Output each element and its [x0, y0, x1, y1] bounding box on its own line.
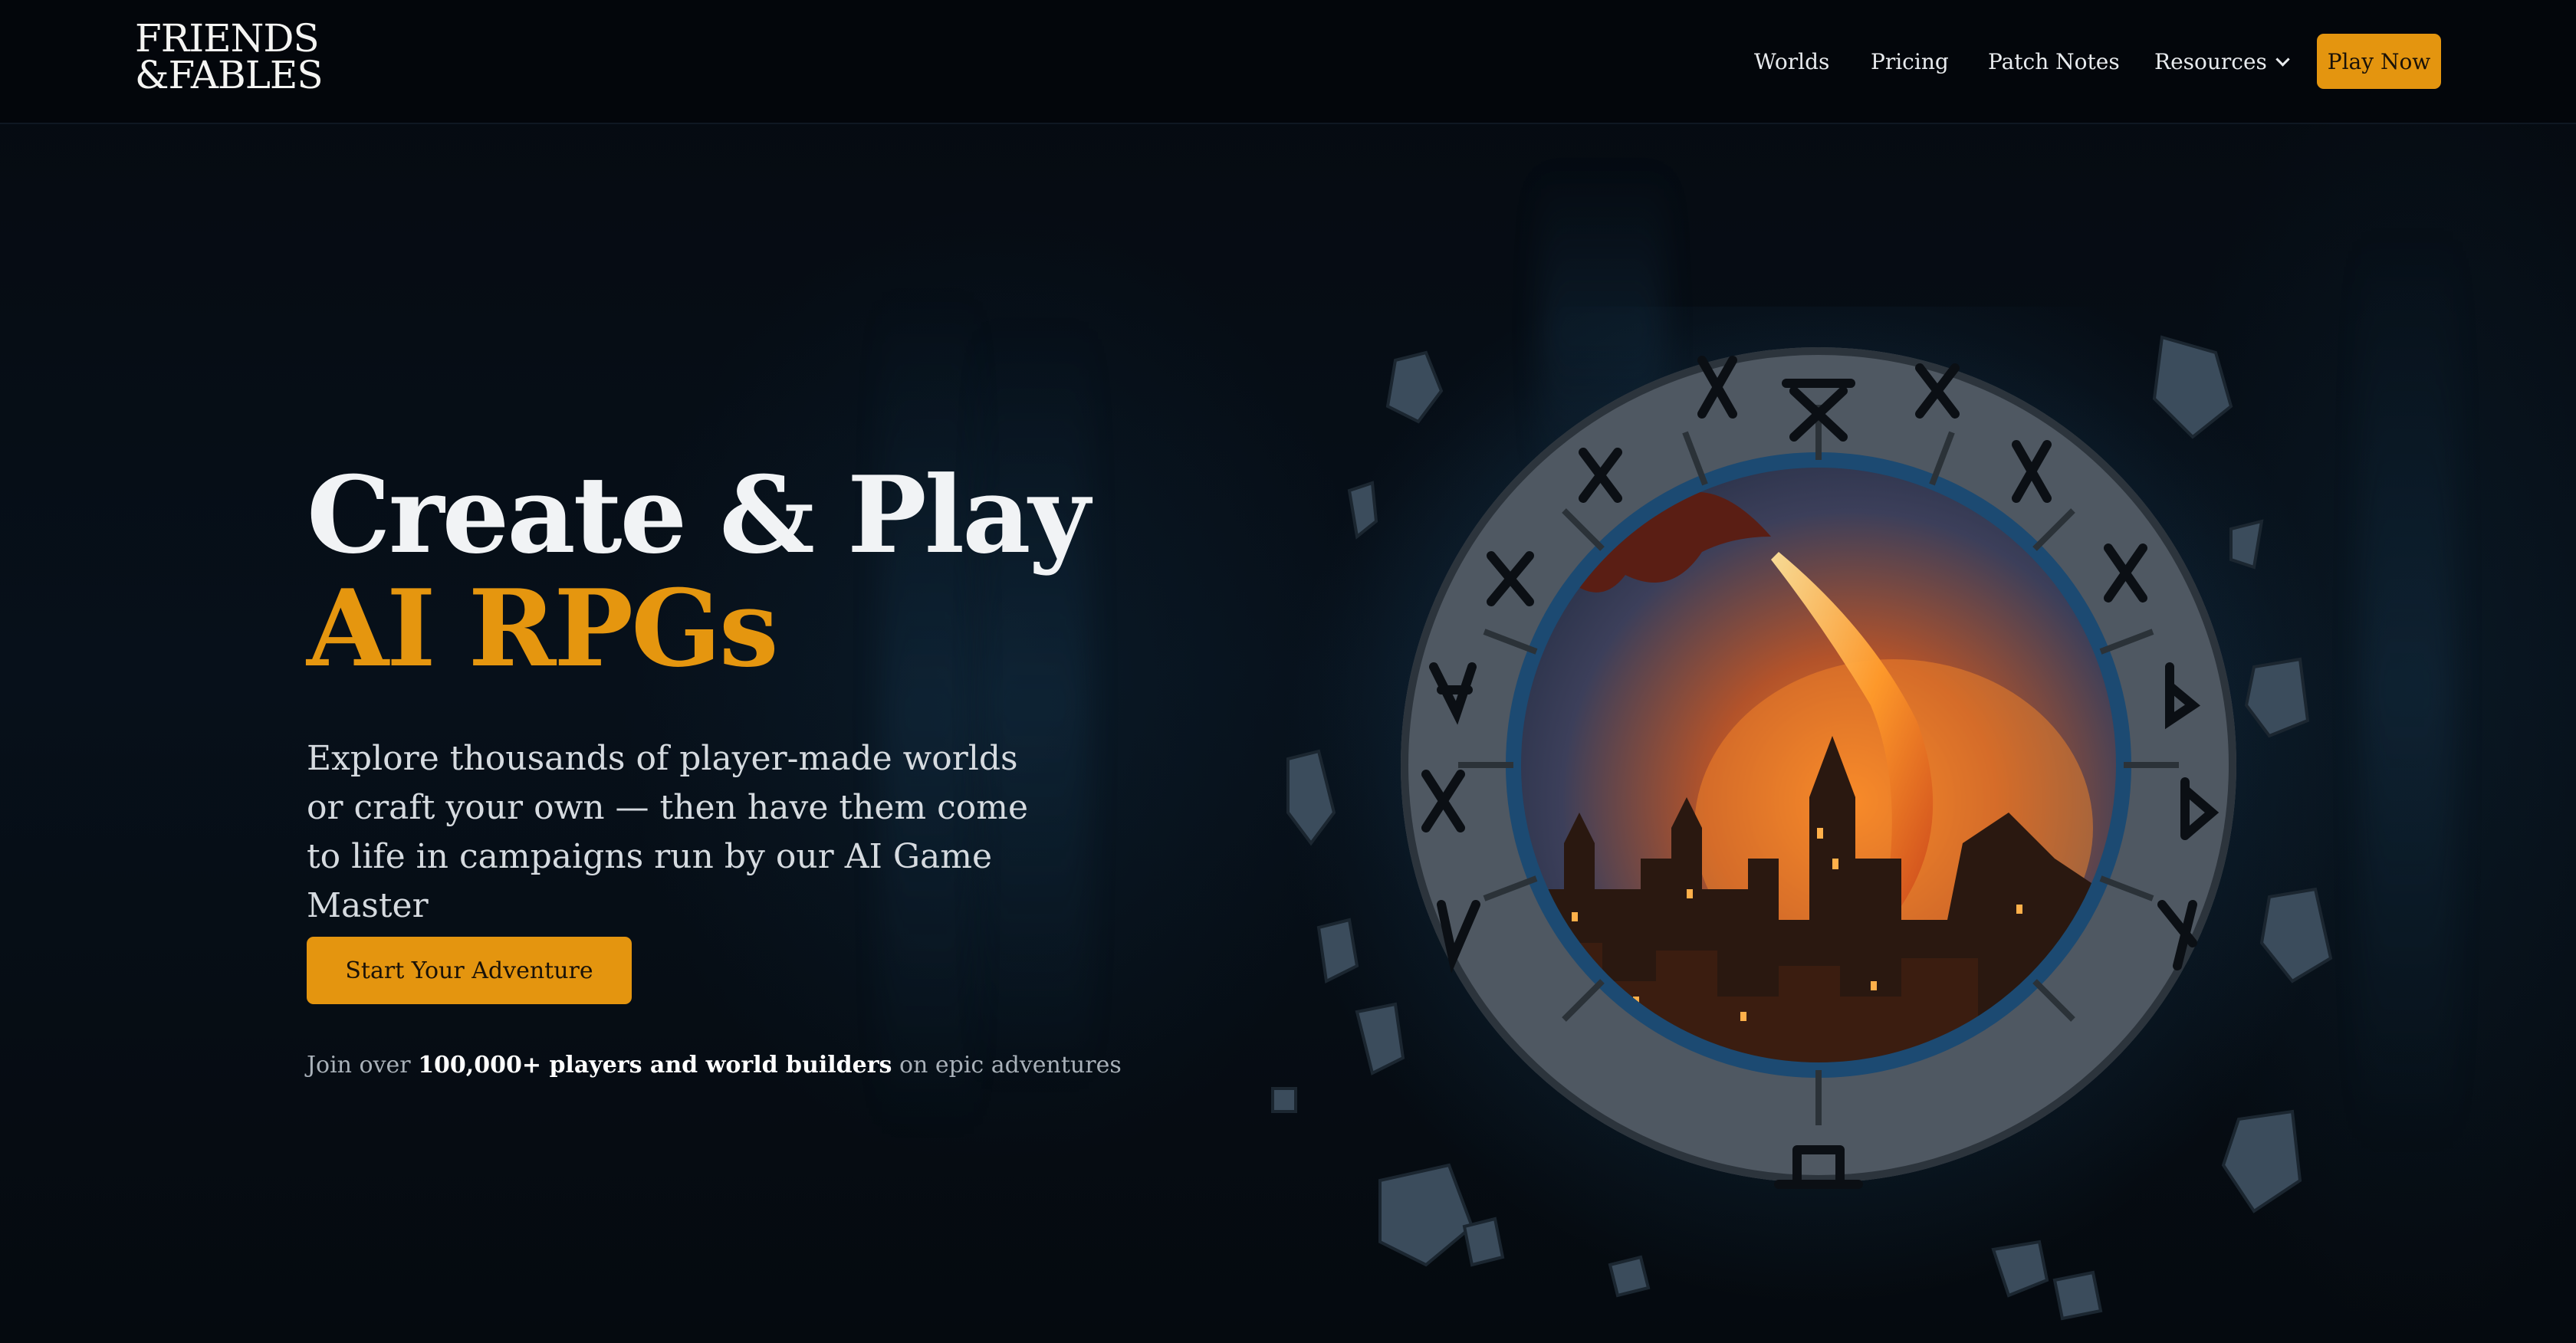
background-pillar — [882, 291, 974, 1134]
social-proof-count: 100,000+ players and world builders — [418, 1052, 892, 1079]
nav-resources[interactable]: Resources — [2154, 48, 2290, 74]
chevron-down-icon — [2275, 51, 2290, 67]
headline-line-1: Create & Play — [307, 452, 1090, 577]
start-adventure-button[interactable]: Start Your Adventure — [307, 937, 632, 1004]
social-proof-prefix: Join over — [307, 1052, 419, 1079]
nav-patch-notes[interactable]: Patch Notes — [1988, 49, 2120, 74]
logo-line-2: &FABLES — [135, 53, 324, 97]
logo-line-1: FRIENDS — [135, 16, 320, 61]
nav-resources-label: Resources — [2154, 48, 2267, 74]
social-proof-suffix: on epic adventures — [892, 1052, 1122, 1079]
site-header: FRIENDS &FABLES Worlds Pricing Patch Not… — [0, 0, 2576, 124]
brand-logo[interactable]: FRIENDS &FABLES — [135, 16, 324, 97]
headline-line-2: AI RPGs — [307, 566, 779, 691]
social-proof: Join over 100,000+ players and world bui… — [307, 1052, 1122, 1079]
page: FRIENDS &FABLES Worlds Pricing Patch Not… — [0, 0, 2576, 1343]
rune-portal-dragon-illustration — [1271, 307, 2355, 1321]
hero-subtext: Explore thousands of player-made worlds … — [307, 739, 1029, 925]
nav-pricing[interactable]: Pricing — [1871, 49, 1949, 74]
background-pillar — [981, 322, 1089, 1089]
nav-worlds[interactable]: Worlds — [1754, 49, 1829, 74]
hero-headline: Create & Play AI RPGs — [307, 452, 1090, 691]
play-now-button[interactable]: Play Now — [2317, 34, 2441, 89]
